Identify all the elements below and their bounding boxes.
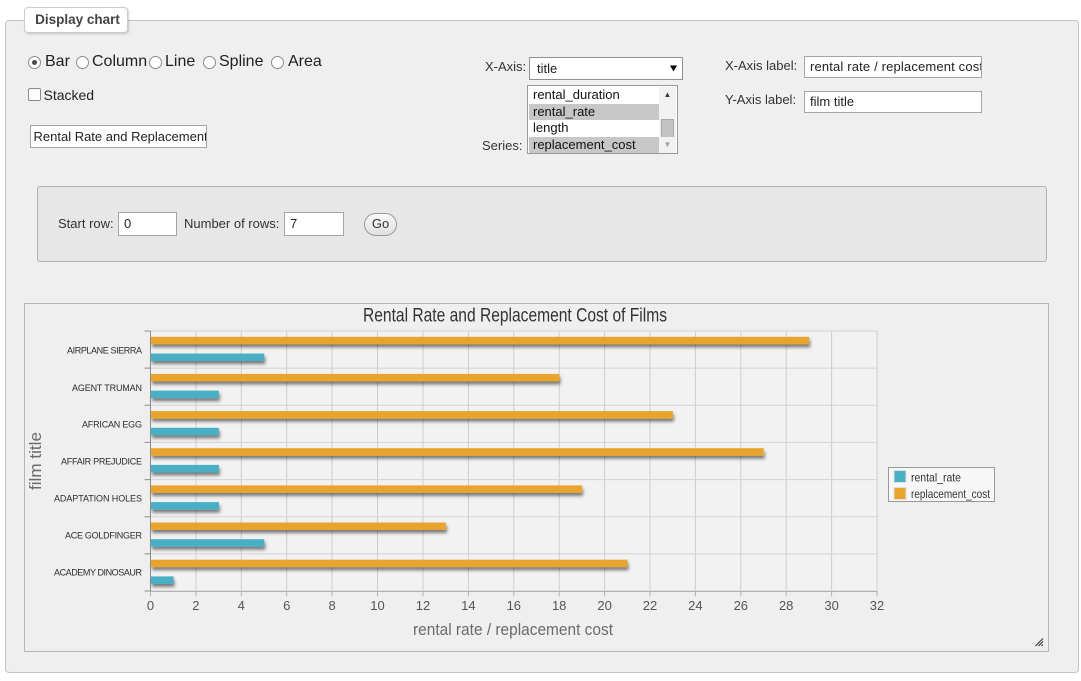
svg-text:14: 14 (461, 598, 475, 613)
svg-text:rental_rate: rental_rate (911, 470, 961, 484)
svg-text:film title: film title (26, 432, 45, 490)
svg-text:AIRPLANE SIERRA: AIRPLANE SIERRA (67, 346, 142, 356)
svg-text:8: 8 (328, 598, 335, 613)
svg-text:replacement_cost: replacement_cost (911, 487, 991, 501)
svg-text:4: 4 (238, 598, 245, 613)
svg-text:AFFAIR PREJUDICE: AFFAIR PREJUDICE (61, 457, 142, 467)
svg-text:32: 32 (870, 598, 884, 613)
svg-text:2: 2 (192, 598, 199, 613)
svg-text:0: 0 (147, 598, 154, 613)
svg-text:rental rate / replacement cost: rental rate / replacement cost (413, 620, 613, 639)
svg-text:ADAPTATION HOLES: ADAPTATION HOLES (54, 494, 142, 504)
svg-text:AGENT TRUMAN: AGENT TRUMAN (72, 383, 142, 393)
svg-text:16: 16 (507, 598, 521, 613)
svg-text:26: 26 (734, 598, 748, 613)
svg-text:6: 6 (283, 598, 290, 613)
svg-text:20: 20 (597, 598, 611, 613)
svg-text:ACE GOLDFINGER: ACE GOLDFINGER (65, 531, 143, 541)
svg-text:12: 12 (416, 598, 430, 613)
svg-text:18: 18 (552, 598, 566, 613)
svg-text:ACADEMY DINOSAUR: ACADEMY DINOSAUR (54, 568, 143, 578)
svg-text:AFRICAN EGG: AFRICAN EGG (82, 420, 142, 430)
svg-text:30: 30 (824, 598, 838, 613)
svg-text:Rental Rate and Replacement Co: Rental Rate and Replacement Cost of Film… (363, 306, 667, 327)
svg-text:10: 10 (370, 598, 384, 613)
svg-text:24: 24 (688, 598, 702, 613)
svg-text:22: 22 (643, 598, 657, 613)
svg-text:28: 28 (779, 598, 793, 613)
